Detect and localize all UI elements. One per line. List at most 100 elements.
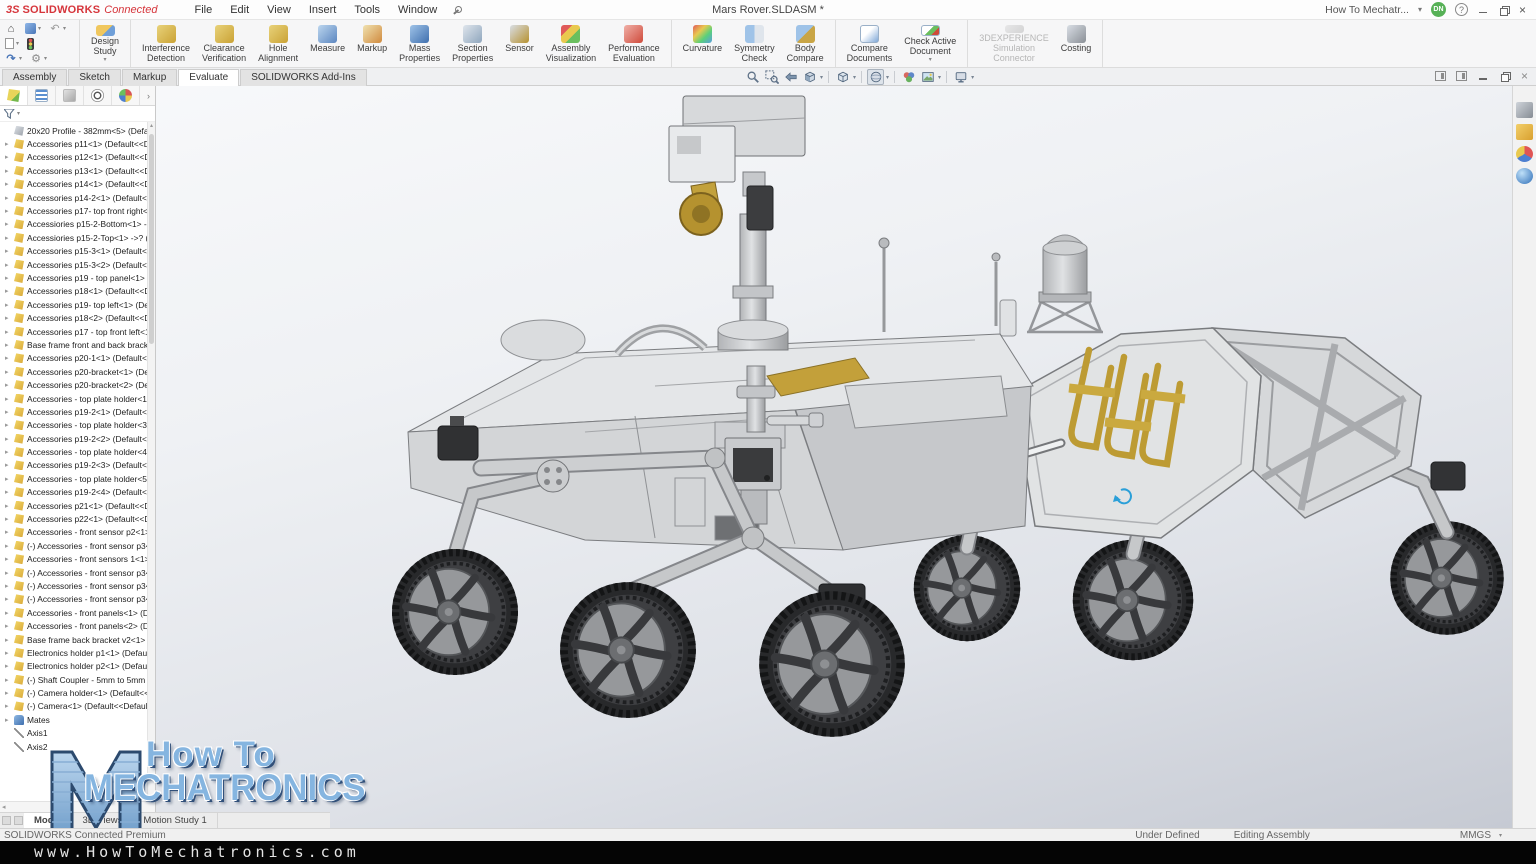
tree-item[interactable]: ▸Base frame front and back bracket<1 bbox=[0, 338, 155, 351]
curvature-button[interactable]: Curvature bbox=[677, 23, 729, 66]
section-properties-button[interactable]: SectionProperties bbox=[446, 23, 499, 66]
tree-item[interactable]: ▸(-) Shaft Coupler - 5mm to 5mm (v2 bbox=[0, 673, 155, 686]
check-active-document-button[interactable]: Check ActiveDocument▾ bbox=[898, 23, 962, 66]
expand-arrow-icon[interactable]: ▸ bbox=[5, 475, 14, 483]
expand-arrow-icon[interactable]: ▸ bbox=[5, 569, 14, 577]
tree-item[interactable]: ▸Accessories p14-2<1> (Default<<Def bbox=[0, 191, 155, 204]
rebuild-button[interactable] bbox=[27, 38, 34, 50]
expand-arrow-icon[interactable]: ▸ bbox=[5, 502, 14, 510]
tree-item[interactable]: ▸Accessories p20-bracket<2> (Default bbox=[0, 378, 155, 391]
expand-arrow-icon[interactable]: ▸ bbox=[5, 689, 14, 697]
edit-appearance-button[interactable] bbox=[900, 69, 917, 85]
expand-arrow-icon[interactable]: ▸ bbox=[5, 595, 14, 603]
performance-evaluation-button[interactable]: PerformanceEvaluation bbox=[602, 23, 666, 66]
tree-item[interactable]: ▸Mates bbox=[0, 713, 155, 726]
expand-arrow-icon[interactable]: ▸ bbox=[5, 314, 14, 322]
mass-properties-button[interactable]: MassProperties bbox=[393, 23, 446, 66]
tree-item[interactable]: ▸Electronics holder p2<1> (Default<< bbox=[0, 660, 155, 673]
dropdown-caret-icon[interactable]: ▾ bbox=[820, 74, 823, 81]
expand-arrow-icon[interactable]: ▸ bbox=[5, 207, 14, 215]
expand-arrow-icon[interactable]: ▸ bbox=[5, 368, 14, 376]
expand-arrow-icon[interactable]: ▸ bbox=[5, 274, 14, 282]
expand-arrow-icon[interactable]: ▸ bbox=[5, 488, 14, 496]
tree-item[interactable]: ▸Accessories p12<1> (Default<<Defau bbox=[0, 151, 155, 164]
expand-arrow-icon[interactable]: ▸ bbox=[5, 328, 14, 336]
display-style-button[interactable] bbox=[867, 69, 884, 85]
tab-solidworks-add-ins[interactable]: SOLIDWORKS Add-Ins bbox=[240, 69, 366, 86]
online-resources-icon[interactable] bbox=[1516, 168, 1533, 184]
expand-arrow-icon[interactable]: ▸ bbox=[5, 395, 14, 403]
expand-arrow-icon[interactable]: ▸ bbox=[5, 662, 14, 670]
menu-edit[interactable]: Edit bbox=[221, 2, 258, 18]
tree-tab-featuremanager[interactable] bbox=[0, 86, 28, 105]
clearance-verification-button[interactable]: ClearanceVerification bbox=[196, 23, 252, 66]
menu-window[interactable]: Window bbox=[389, 2, 446, 18]
tree-item[interactable]: ▸Accessories p18<2> (Default<<Defau bbox=[0, 311, 155, 324]
apply-scene-button[interactable] bbox=[919, 69, 936, 85]
tree-item[interactable]: ▸Accessories - top plate holder<5> (D bbox=[0, 472, 155, 485]
help-icon[interactable]: ? bbox=[1455, 3, 1468, 16]
tree-filter[interactable]: ▾ bbox=[0, 106, 155, 122]
graphics-viewport[interactable]: .tube{stroke:#c6c8ca;stroke-width:11;fil… bbox=[0, 86, 1512, 828]
expand-arrow-icon[interactable]: ▸ bbox=[5, 220, 14, 228]
tab-sketch[interactable]: Sketch bbox=[68, 69, 121, 86]
new-document-button[interactable]: ▾ bbox=[5, 38, 19, 49]
expand-arrow-icon[interactable]: ▸ bbox=[5, 381, 14, 389]
tree-item[interactable]: ▸Accessories p19 - top panel<1> (Def. bbox=[0, 271, 155, 284]
expand-arrow-icon[interactable]: ▸ bbox=[5, 341, 14, 349]
rover-3d-model[interactable]: .tube{stroke:#c6c8ca;stroke-width:11;fil… bbox=[155, 86, 1512, 828]
options-button[interactable]: ▾ bbox=[30, 53, 47, 65]
tree-item[interactable]: ▸Accessories p20-1<1> (Default<<Def bbox=[0, 352, 155, 365]
save-button[interactable]: ▾ bbox=[25, 23, 41, 34]
pin-menu-icon[interactable] bbox=[452, 5, 462, 15]
design-study-button[interactable]: DesignStudy▾ bbox=[85, 23, 125, 66]
tree-item[interactable]: ▸Accessories - top plate holder<1> (D bbox=[0, 392, 155, 405]
expand-arrow-icon[interactable]: ▸ bbox=[5, 555, 14, 563]
tree-item[interactable]: ▸Accessories p20-bracket<1> (Default bbox=[0, 365, 155, 378]
tree-item[interactable]: ▸(-) Accessories - front sensor p3<1> bbox=[0, 539, 155, 552]
zoom-fit-button[interactable] bbox=[744, 69, 761, 85]
body-compare-button[interactable]: BodyCompare bbox=[781, 23, 830, 66]
tree-item[interactable]: ▸(-) Camera holder<1> (Default<<Def bbox=[0, 686, 155, 699]
expand-arrow-icon[interactable]: ▸ bbox=[5, 515, 14, 523]
tree-item[interactable]: 20x20 Profile - 382mm<5> (Default< bbox=[0, 124, 155, 137]
expand-arrow-icon[interactable]: ▸ bbox=[5, 153, 14, 161]
expand-arrow-icon[interactable]: ▸ bbox=[5, 448, 14, 456]
view-orientation-button[interactable] bbox=[834, 69, 851, 85]
expand-arrow-icon[interactable]: ▸ bbox=[5, 167, 14, 175]
restore-button[interactable] bbox=[1498, 4, 1510, 16]
tree-item[interactable]: ▸Accessories p19-2<4> (Default<<Def bbox=[0, 486, 155, 499]
expand-arrow-icon[interactable]: ▸ bbox=[5, 461, 14, 469]
tree-item[interactable]: ▸Accessories p22<1> (Default<<Defau bbox=[0, 512, 155, 525]
expand-arrow-icon[interactable]: ▸ bbox=[5, 582, 14, 590]
tree-item[interactable]: ▸Accessories - front sensors 1<1> (De bbox=[0, 553, 155, 566]
tree-item[interactable]: Axis2 bbox=[0, 740, 155, 753]
tree-item[interactable]: ▸Accessories - front panels<1> (Defau bbox=[0, 606, 155, 619]
expand-arrow-icon[interactable]: ▸ bbox=[5, 194, 14, 202]
view-tab-model[interactable]: Model bbox=[24, 813, 72, 828]
menu-file[interactable]: File bbox=[185, 2, 221, 18]
design-library-icon[interactable] bbox=[1516, 124, 1533, 140]
costing-button[interactable]: Costing bbox=[1055, 23, 1098, 66]
symmetry-check-button[interactable]: SymmetryCheck bbox=[728, 23, 781, 66]
tree-item[interactable]: ▸Accessories - front panels<2> (Defau bbox=[0, 619, 155, 632]
markup-button[interactable]: Markup bbox=[351, 23, 393, 66]
tree-item[interactable]: ▸Accessories p11<1> (Default<<Defau bbox=[0, 137, 155, 150]
pane-left-icon[interactable] bbox=[1435, 71, 1446, 81]
tree-item[interactable]: ▸(-) Accessories - front sensor p3<2> bbox=[0, 566, 155, 579]
tree-tab-displaymanager[interactable] bbox=[112, 86, 140, 105]
tree-item[interactable]: ▸Accessories - top plate holder<3> (D bbox=[0, 419, 155, 432]
units-caret-icon[interactable]: ▾ bbox=[1499, 832, 1502, 839]
pane-right-icon[interactable] bbox=[1456, 71, 1467, 81]
expand-arrow-icon[interactable]: ▸ bbox=[5, 649, 14, 657]
tree-item[interactable]: ▸Accessories p17- top front right<1> ( bbox=[0, 204, 155, 217]
compare-documents-button[interactable]: CompareDocuments bbox=[841, 23, 899, 66]
tab-evaluate[interactable]: Evaluate bbox=[178, 69, 239, 86]
expand-arrow-icon[interactable]: ▸ bbox=[5, 676, 14, 684]
tree-item[interactable]: ▸(-) Accessories - front sensor p3<4> bbox=[0, 593, 155, 606]
tree-tab-dimxpertmanager[interactable] bbox=[84, 86, 112, 105]
tree-item[interactable]: Axis1 bbox=[0, 727, 155, 740]
3dexperience-icon[interactable] bbox=[1516, 102, 1533, 118]
tree-tab-configurationmanager[interactable] bbox=[56, 86, 84, 105]
tree-panel-expand-icon[interactable]: › bbox=[142, 86, 155, 105]
